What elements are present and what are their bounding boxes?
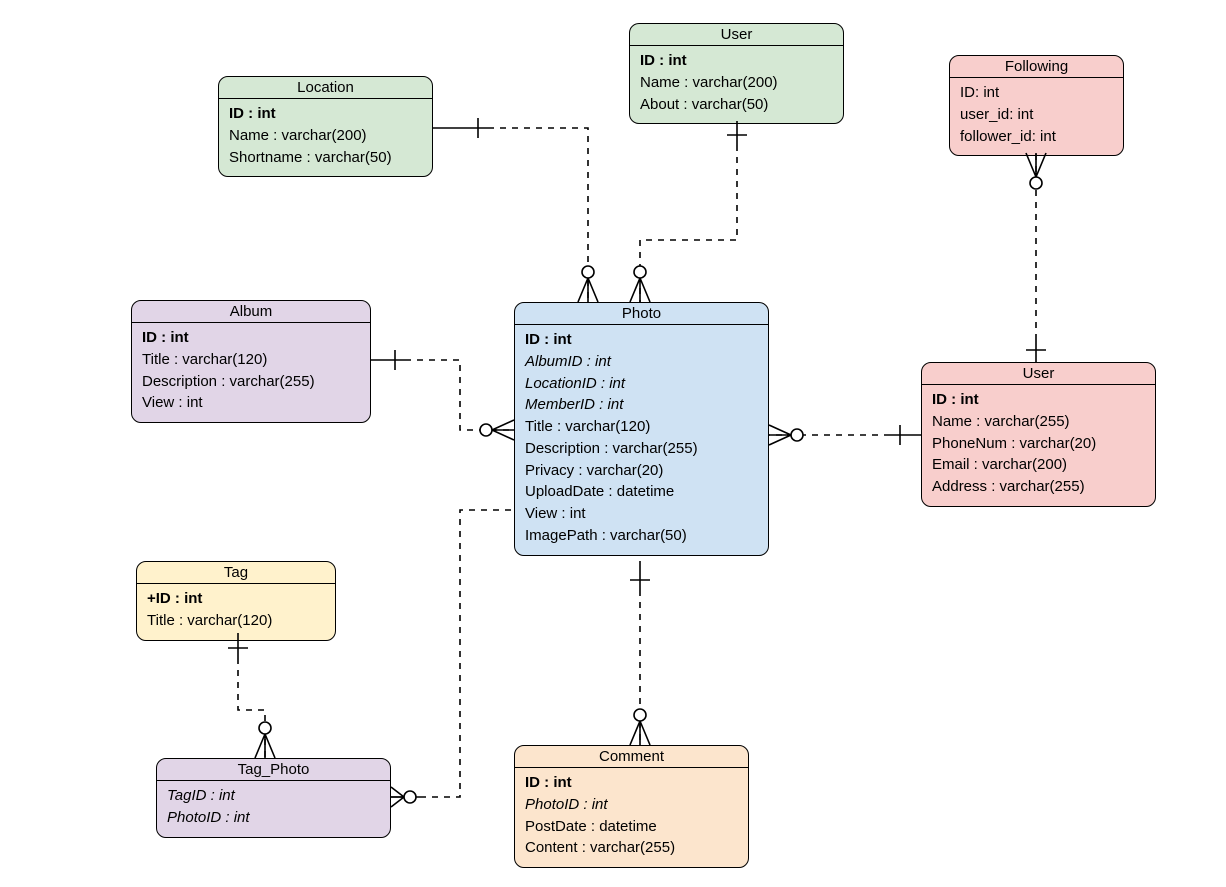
entity-photo: Photo ID : int AlbumID : int LocationID … — [514, 302, 769, 556]
entity-tag: Tag +ID : int Title : varchar(120) — [136, 561, 336, 641]
entity-title: User — [630, 24, 843, 46]
entity-title: Photo — [515, 303, 768, 325]
entity-body: +ID : int Title : varchar(120) — [137, 584, 335, 640]
entity-title: Location — [219, 77, 432, 99]
entity-body: ID : int Title : varchar(120) Descriptio… — [132, 323, 370, 422]
entity-following: Following ID: int user_id: int follower_… — [949, 55, 1124, 156]
entity-location: Location ID : int Name : varchar(200) Sh… — [218, 76, 433, 177]
entity-title: Tag_Photo — [157, 759, 390, 781]
entity-album: Album ID : int Title : varchar(120) Desc… — [131, 300, 371, 423]
entity-body: ID : int Name : varchar(255) PhoneNum : … — [922, 385, 1155, 506]
entity-title: Comment — [515, 746, 748, 768]
entity-body: ID: int user_id: int follower_id: int — [950, 78, 1123, 155]
entity-title: Album — [132, 301, 370, 323]
entity-body: TagID : int PhotoID : int — [157, 781, 390, 837]
entity-body: ID : int Name : varchar(200) About : var… — [630, 46, 843, 123]
entity-title: User — [922, 363, 1155, 385]
entity-body: ID : int PhotoID : int PostDate : dateti… — [515, 768, 748, 867]
entity-body: ID : int Name : varchar(200) Shortname :… — [219, 99, 432, 176]
entity-user-right: User ID : int Name : varchar(255) PhoneN… — [921, 362, 1156, 507]
entity-body: ID : int AlbumID : int LocationID : int … — [515, 325, 768, 555]
entity-user-top: User ID : int Name : varchar(200) About … — [629, 23, 844, 124]
entity-title: Tag — [137, 562, 335, 584]
entity-tag-photo: Tag_Photo TagID : int PhotoID : int — [156, 758, 391, 838]
entity-comment: Comment ID : int PhotoID : int PostDate … — [514, 745, 749, 868]
entity-title: Following — [950, 56, 1123, 78]
